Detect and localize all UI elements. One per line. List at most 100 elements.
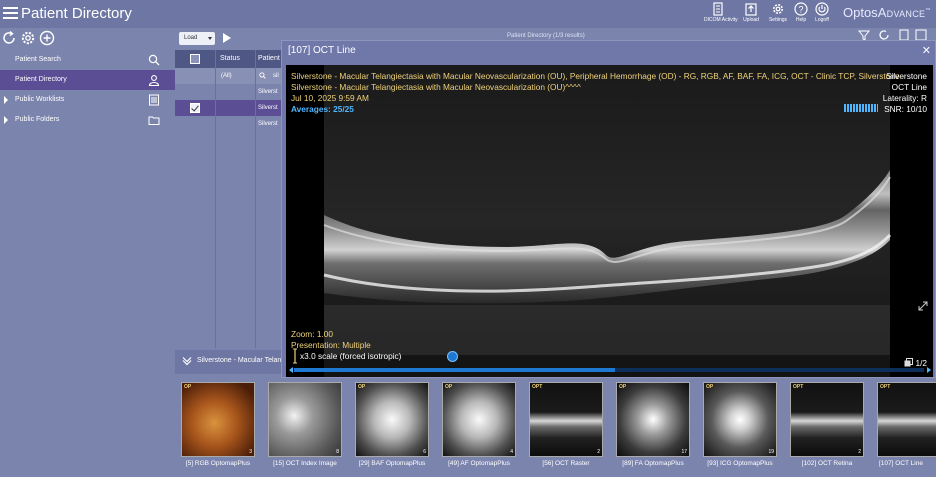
optos-advance-logo: OptosAdvance™ (843, 5, 930, 20)
thumbnail-label: [56] OCT Raster (542, 460, 590, 467)
select-all-checkbox[interactable] (190, 54, 200, 64)
slice-scrollbar-handle[interactable] (447, 351, 458, 362)
thumbnail-type-badge: OP (706, 384, 714, 390)
thumbnail-count: 2 (858, 449, 861, 455)
thumbnail-9[interactable]: OPT (877, 382, 936, 457)
hamburger-menu-icon[interactable] (3, 7, 18, 19)
thumbnail-type-badge: OP (619, 384, 627, 390)
thumbnail-type-badge: OPT (880, 384, 891, 390)
page-title: Patient Directory (21, 5, 132, 22)
table-row[interactable]: Silverst (175, 116, 285, 132)
diagnosis-line-2: Silverstone - Macular Telangiectasia wit… (291, 82, 581, 92)
grid-filter-row: (All) sil (175, 68, 285, 84)
sidebar-item-public-folders[interactable]: Public Folders (0, 110, 175, 130)
thumbnail-6[interactable]: OP 17 (616, 382, 690, 457)
slice-scrollbar[interactable] (294, 368, 924, 372)
sidebar-item-label: Patient Search (15, 56, 61, 63)
thumbnail-type-badge: OPT (532, 384, 543, 390)
thumbnail-4[interactable]: OP 4 (442, 382, 516, 457)
row-checkbox[interactable] (190, 103, 200, 113)
expand-icon[interactable] (918, 301, 928, 311)
thumbnail-count: 6 (423, 449, 426, 455)
brand-optos: Optos (843, 5, 878, 20)
expand-caret-icon[interactable] (4, 116, 8, 124)
patient-filter-input[interactable]: sil (273, 68, 279, 84)
status-filter-select[interactable]: (All) (218, 70, 254, 82)
power-icon (815, 2, 829, 16)
sidebar-item-patient-search[interactable]: Patient Search (0, 50, 175, 70)
help-icon: ? (794, 2, 808, 16)
sidebar: Patient Search Patient Directory Public … (0, 28, 175, 477)
table-row[interactable]: Silverst (175, 84, 285, 100)
column-header-status[interactable]: Status (220, 50, 240, 68)
dicom-activity-button[interactable]: DICOM Activity (704, 2, 738, 23)
diagnosis-line-1: Silverstone - Macular Telangiectasia wit… (291, 71, 900, 81)
expand-caret-icon[interactable] (4, 96, 8, 104)
patient-cell: Silverst (258, 89, 278, 95)
scroll-left-icon[interactable] (288, 367, 294, 373)
thumbnail-5[interactable]: OPT 2 (529, 382, 603, 457)
oct-viewer-window: [107] OCT Line ✕ Silverstone - Macular T… (281, 40, 936, 378)
patient-grid: Load Status Patient (All) sil Silverst S… (175, 28, 285, 348)
oct-image-canvas[interactable]: Silverstone - Macular Telangiectasia wit… (286, 65, 933, 377)
sidebar-item-public-worklists[interactable]: Public Worklists (0, 90, 175, 110)
thumbnail-label: [107] OCT Line (879, 460, 923, 467)
thumbnail-label: [89] FA OptomapPlus (622, 460, 684, 467)
thumbnail-type-badge: OPT (793, 384, 804, 390)
refresh-icon[interactable] (1, 30, 17, 46)
thumbnail-count: 3 (249, 449, 252, 455)
laterality-readout: Laterality: R (882, 93, 927, 103)
column-divider (215, 50, 216, 348)
thumbnail-count: 19 (768, 449, 774, 455)
thumbnail-label: [93] ICG OptomapPlus (707, 460, 773, 467)
averages-readout: Averages: 25/25 (291, 104, 354, 114)
upload-button[interactable]: Upload (737, 2, 765, 23)
dicom-activity-icon (713, 2, 723, 16)
user-icon (148, 75, 160, 86)
scale-note: x3.0 scale (forced isotropic) (300, 351, 402, 361)
close-icon[interactable]: ✕ (922, 44, 931, 57)
sidebar-toolbar (0, 30, 175, 48)
thumbnail-7[interactable]: OP 19 (703, 382, 777, 457)
thumbnail-2[interactable]: 8 (268, 382, 342, 457)
gear-icon (773, 4, 783, 14)
upload-icon (745, 3, 757, 16)
thumbnail-label: [5] RGB OptomapPlus (185, 460, 251, 467)
add-circle-icon[interactable] (39, 30, 55, 46)
thumbnail-1[interactable]: OP 3 (181, 382, 255, 457)
acquisition-datetime: Jul 10, 2025 9:59 AM (291, 93, 369, 103)
thumbnail-3[interactable]: OP 6 (355, 382, 429, 457)
play-icon[interactable] (223, 33, 231, 43)
sidebar-item-label: Public Folders (15, 116, 60, 123)
zoom-readout: Zoom: 1.00 (291, 329, 333, 339)
thumbnail-type-badge: OP (184, 384, 192, 390)
scroll-right-icon[interactable] (926, 367, 932, 373)
column-header-patient[interactable]: Patient (258, 50, 280, 68)
folder-icon (148, 116, 160, 125)
chevron-down-icon[interactable] (182, 356, 192, 366)
presentation-readout: Presentation: Multiple (291, 340, 371, 350)
oct-bscan-image (286, 65, 933, 377)
filmstrip-title: Silverstone - Macular Telan (197, 357, 282, 364)
brand-advance: Advance (877, 5, 926, 20)
snr-readout: SNR: 10/10 (884, 104, 927, 114)
thumbnail-count: 2 (597, 449, 600, 455)
table-row[interactable]: Silverst (175, 100, 285, 116)
thumbnail-label: [29] BAF OptomapPlus (358, 460, 426, 467)
scan-type-label: OCT Line (891, 82, 927, 92)
sidebar-item-label: Public Worklists (15, 96, 65, 103)
brand-trademark: ™ (925, 7, 931, 14)
filmstrip: OP 3 [5] RGB OptomapPlus 8 [15] OCT Index Im… (175, 374, 936, 477)
thumbnail-label: [49] AF OptomapPlus (448, 460, 510, 467)
search-icon (148, 54, 160, 66)
device-label: Silverstone (885, 71, 927, 81)
logoff-button[interactable]: Logoff (808, 2, 836, 23)
list-icon (149, 94, 159, 106)
logoff-label: Logoff (815, 17, 829, 23)
sidebar-item-patient-directory[interactable]: Patient Directory (0, 70, 175, 90)
top-bar: Patient Directory DICOM Activity Upload … (0, 0, 936, 28)
thumbnail-label: [102] OCT Retina (801, 460, 853, 467)
thumbnail-8[interactable]: OPT 2 (790, 382, 864, 457)
gear-icon[interactable] (20, 30, 36, 46)
load-dropdown[interactable]: Load (179, 32, 215, 45)
